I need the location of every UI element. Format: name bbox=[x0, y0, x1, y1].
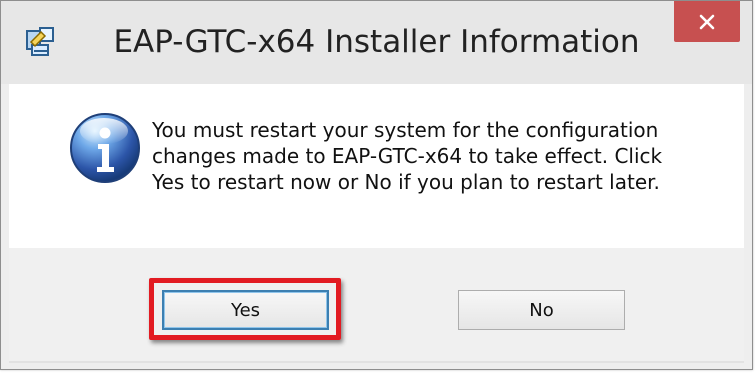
close-icon bbox=[699, 14, 715, 29]
window-title: EAP-GTC-x64 Installer Information bbox=[113, 24, 640, 60]
button-area: Yes No bbox=[9, 248, 744, 363]
yes-button[interactable]: Yes bbox=[162, 290, 329, 330]
restart-message: You must restart your system for the con… bbox=[152, 118, 663, 194]
dialog-content: You must restart your system for the con… bbox=[9, 84, 744, 248]
close-button[interactable] bbox=[674, 1, 740, 42]
installer-dialog: EAP-GTC-x64 Installer Information You mu… bbox=[0, 0, 753, 370]
no-button[interactable]: No bbox=[458, 290, 625, 330]
title-bar[interactable]: EAP-GTC-x64 Installer Information bbox=[1, 1, 752, 84]
dialog-bottom-edge bbox=[9, 361, 744, 363]
info-icon bbox=[70, 113, 140, 183]
